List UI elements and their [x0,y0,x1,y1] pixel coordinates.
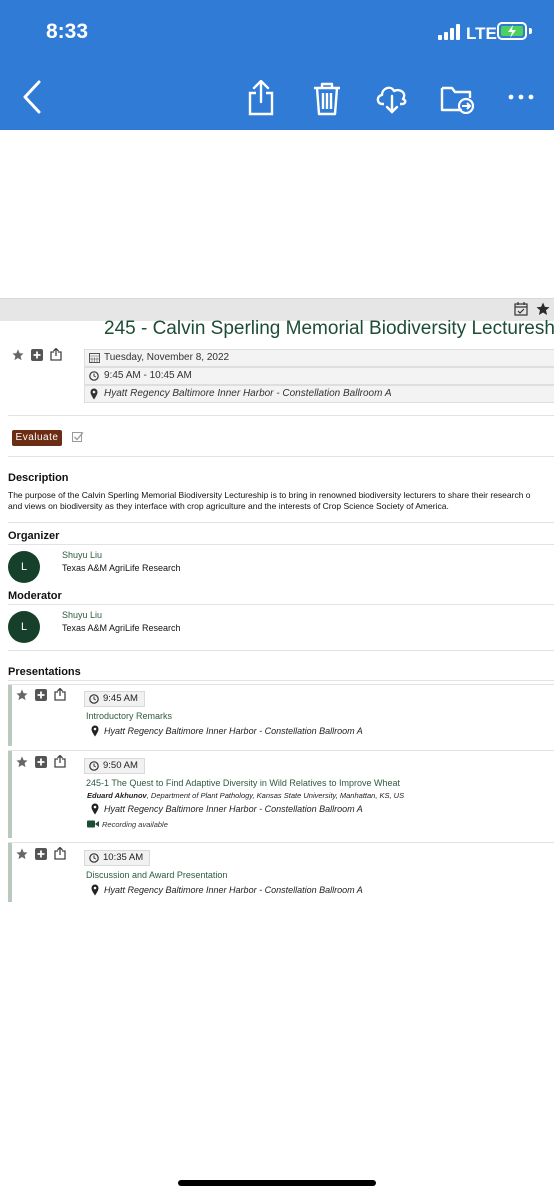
presentation-title[interactable]: Discussion and Award Presentation [86,870,227,880]
organizer-name[interactable]: Shuyu Liu [62,550,102,560]
battery-icon [497,22,527,40]
share-icon[interactable] [246,80,276,116]
location-pin-icon [90,388,98,400]
star-icon[interactable] [16,848,28,860]
recording-available[interactable]: Recording available [102,820,168,829]
cloud-download-icon[interactable] [374,82,410,114]
presentation-location: Hyatt Regency Baltimore Inner Harbor - C… [104,726,363,736]
clock-icon [89,761,99,771]
network-label: LTE [466,24,497,43]
checkbox-checked-icon[interactable] [72,431,84,443]
presentation-location: Hyatt Regency Baltimore Inner Harbor - C… [104,804,363,814]
session-location: Hyatt Regency Baltimore Inner Harbor - C… [84,385,554,403]
clock-icon [89,371,99,381]
add-icon[interactable] [35,756,47,768]
location-pin-icon [91,803,99,815]
star-icon[interactable] [16,756,28,768]
description-line-1: The purpose of the Calvin Sperling Memor… [8,490,531,500]
session-date: Tuesday, November 8, 2022 [84,349,554,367]
presentation-time: 10:35 AM [84,850,151,866]
author-name[interactable]: Eduard Akhunov [87,791,147,800]
home-indicator[interactable] [178,1180,376,1186]
session-time-text: 9:45 AM - 10:45 AM [104,370,192,381]
presentation-time-text: 9:45 AM [103,693,138,704]
signal-icon [438,24,462,40]
presentation-time-text: 10:35 AM [103,852,144,863]
status-time: 8:33 [46,20,89,43]
presentation-title[interactable]: Introductory Remarks [86,711,172,721]
presentation-title[interactable]: 245-1 The Quest to Find Adaptive Diversi… [86,778,400,788]
moderator-org: Texas A&M AgriLife Research [62,623,181,633]
moderator-name[interactable]: Shuyu Liu [62,610,102,620]
star-icon[interactable] [12,349,24,361]
organizer-heading: Organizer [8,530,60,542]
add-icon[interactable] [35,848,47,860]
avatar[interactable]: L [8,551,40,583]
more-icon[interactable] [508,94,534,100]
presentation-time: 9:50 AM [84,758,145,774]
star-icon[interactable] [16,689,28,701]
presentation-author: Eduard Akhunov, Department of Plant Path… [87,791,404,800]
presentation-time-text: 9:50 AM [103,760,138,771]
moderator-heading: Moderator [8,590,62,602]
presentation-time: 9:45 AM [84,691,145,707]
clock-icon [89,694,99,704]
calendar-check-icon[interactable] [514,302,528,316]
clock-icon [89,853,99,863]
add-icon[interactable] [35,689,47,701]
share-icon[interactable] [50,348,62,361]
star-icon[interactable] [536,302,550,316]
organizer-org: Texas A&M AgriLife Research [62,563,181,573]
video-camera-icon [87,820,99,828]
location-pin-icon [91,884,99,896]
trash-icon[interactable] [312,82,342,116]
session-date-text: Tuesday, November 8, 2022 [104,352,230,363]
share-icon[interactable] [54,688,66,701]
author-affiliation: , Department of Plant Pathology, Kansas … [146,791,405,800]
session-time: 9:45 AM - 10:45 AM [84,367,554,385]
session-location-text: Hyatt Regency Baltimore Inner Harbor - C… [104,388,392,399]
avatar[interactable]: L [8,611,40,643]
presentation-location: Hyatt Regency Baltimore Inner Harbor - C… [104,885,363,895]
presentations-heading: Presentations [8,666,81,678]
page-title: 245 - Calvin Sperling Memorial Biodivers… [104,318,554,339]
add-icon[interactable] [31,349,43,361]
calendar-icon [89,353,100,363]
chevron-left-icon[interactable] [22,80,42,114]
folder-move-icon[interactable] [440,84,476,114]
description-line-2: and views on biodiversity as they interf… [8,501,449,511]
share-icon[interactable] [54,755,66,768]
location-pin-icon [91,725,99,737]
evaluate-button[interactable]: Evaluate [12,430,62,446]
share-icon[interactable] [54,847,66,860]
description-heading: Description [8,472,69,484]
